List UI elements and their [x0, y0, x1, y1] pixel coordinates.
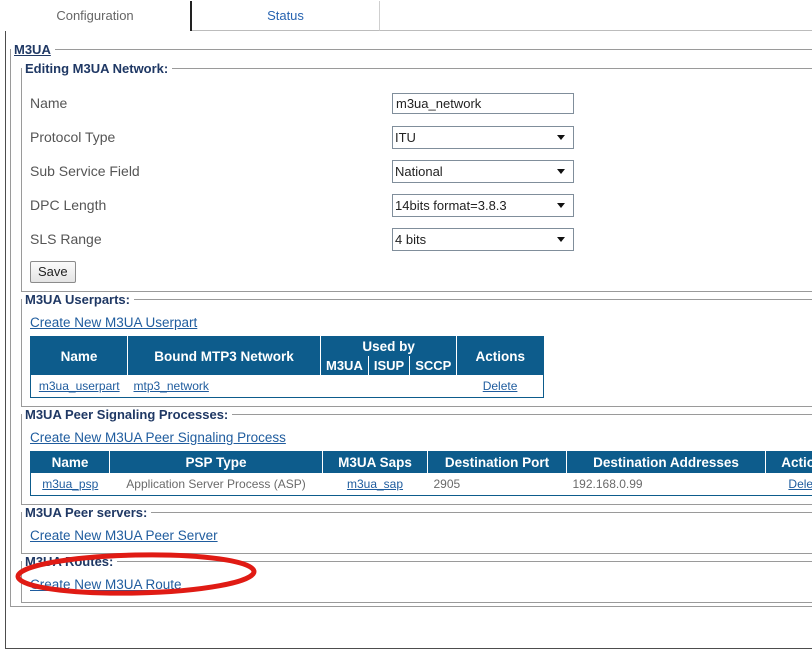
userparts-table: Name Bound MTP3 Network Used by Actions … [30, 336, 545, 398]
save-button[interactable]: Save [30, 261, 76, 283]
userparts-th-bound-mtp3-network: Bound MTP3 Network [127, 336, 321, 375]
tab-configuration[interactable]: Configuration [0, 1, 192, 31]
userparts-cell-actions: Delete [457, 375, 544, 398]
control-dpc-length: 14bits format=3.8.3 [392, 193, 574, 217]
userparts-cell-bound: mtp3_network [128, 375, 321, 398]
sub-service-field-select[interactable]: National [392, 159, 574, 183]
tab-configuration-label: Configuration [56, 8, 134, 23]
dpc-length-select-wrap: 14bits format=3.8.3 [392, 193, 574, 217]
name-input[interactable] [392, 92, 574, 114]
label-sls-range: SLS Range [30, 231, 102, 247]
psp-th-name: Name [30, 451, 110, 473]
userparts-th-used-m3ua: M3UA [320, 356, 369, 375]
m3ua-routes-legend: M3UA Routes: [25, 554, 114, 569]
psp-th-actions: Actions [765, 451, 812, 473]
save-button-row: Save [22, 256, 812, 285]
psp-cell-type: Application Server Process (ASP) [126, 477, 306, 491]
form-row-dpc-length: DPC Length 14bits format=3.8.3 [22, 188, 812, 222]
psp-th-type: PSP Type [109, 451, 323, 473]
m3ua-userparts-section: M3UA Userparts: Create New M3UA Userpart… [21, 292, 812, 407]
protocol-type-select-wrap: ITU [392, 125, 574, 149]
psp-cell-actions: Delete [766, 473, 812, 496]
label-protocol-type: Protocol Type [30, 129, 116, 145]
userpart-bound-network-link[interactable]: mtp3_network [134, 379, 209, 393]
dpc-length-select[interactable]: 14bits format=3.8.3 [392, 193, 574, 217]
tab-bar-filler [380, 1, 812, 31]
m3ua-peer-servers-legend: M3UA Peer servers: [25, 505, 148, 520]
table-row: m3ua_psp Application Server Process (ASP… [31, 473, 812, 496]
form-row-sub-service-field: Sub Service Field National [22, 154, 812, 188]
control-sls-range: 4 bits [392, 227, 574, 251]
create-new-peer-server-row: Create New M3UA Peer Server [22, 526, 812, 547]
label-dpc-length: DPC Length [30, 197, 107, 213]
psp-cell-destination-addresses: 192.168.0.99 [572, 477, 643, 491]
m3ua-section-legend[interactable]: M3UA [11, 42, 55, 57]
userparts-th-name: Name [30, 336, 128, 375]
userparts-table-body: m3ua_userpart mtp3_network Delete [31, 375, 544, 398]
editing-m3ua-network-section: Editing M3UA Network: Name Protocol Type… [21, 61, 812, 292]
form-row-sls-range: SLS Range 4 bits [22, 222, 812, 256]
userparts-table-head: Name Bound MTP3 Network Used by Actions … [30, 336, 544, 375]
userparts-th-used-by: Used by [320, 336, 458, 356]
tab-status[interactable]: Status [192, 1, 380, 31]
psp-header-row: Name PSP Type M3UA Saps Destination Port… [30, 451, 812, 473]
m3ua-network-form: Name Protocol Type ITU Sub Servi [22, 82, 812, 285]
editing-m3ua-network-legend: Editing M3UA Network: [25, 61, 169, 76]
create-new-userpart-row: Create New M3UA Userpart [22, 313, 812, 334]
label-name: Name [30, 95, 68, 111]
create-new-m3ua-peer-server-link[interactable]: Create New M3UA Peer Server [30, 528, 218, 543]
sls-range-select-wrap: 4 bits [392, 227, 574, 251]
m3ua-section: M3UA Editing M3UA Network: Name Protocol… [10, 42, 812, 607]
psp-th-saps: M3UA Saps [322, 451, 428, 473]
psp-cell-name: m3ua_psp [31, 473, 110, 496]
psp-cell-destination-port: 2905 [433, 477, 461, 491]
userparts-header-row-1: Name Bound MTP3 Network Used by Actions [30, 336, 544, 375]
userparts-cell-used-sccp [410, 375, 457, 398]
form-row-protocol-type: Protocol Type ITU [22, 120, 812, 154]
psp-delete-link[interactable]: Delete [788, 477, 812, 491]
m3ua-routes-section: M3UA Routes: Create New M3UA Route [21, 554, 812, 603]
m3ua-userparts-legend: M3UA Userparts: [25, 292, 130, 307]
m3ua-peer-servers-section: M3UA Peer servers: Create New M3UA Peer … [21, 505, 812, 554]
m3ua-psp-legend: M3UA Peer Signaling Processes: [25, 407, 229, 422]
userparts-th-used-isup: ISUP [368, 356, 411, 375]
create-new-psp-row: Create New M3UA Peer Signaling Process [22, 428, 812, 449]
userparts-th-actions: Actions [456, 336, 544, 375]
psp-table: Name PSP Type M3UA Saps Destination Port… [30, 451, 812, 496]
m3ua-peer-signaling-processes-section: M3UA Peer Signaling Processes: Create Ne… [21, 407, 812, 505]
tab-status-label: Status [267, 8, 304, 23]
psp-th-destination-addresses: Destination Addresses [566, 451, 766, 473]
sls-range-select[interactable]: 4 bits [392, 227, 574, 251]
create-new-route-row: Create New M3UA Route [22, 575, 812, 596]
control-protocol-type: ITU [392, 125, 574, 149]
psp-sap-link[interactable]: m3ua_sap [347, 477, 403, 491]
userpart-delete-link[interactable]: Delete [483, 379, 518, 393]
create-new-m3ua-route-link[interactable]: Create New M3UA Route [30, 577, 182, 592]
userparts-cell-used-isup [368, 375, 409, 398]
create-new-m3ua-userpart-link[interactable]: Create New M3UA Userpart [30, 315, 197, 330]
userparts-cell-name: m3ua_userpart [31, 375, 128, 398]
sub-service-field-select-wrap: National [392, 159, 574, 183]
tab-bar: Configuration Status [0, 0, 812, 31]
userpart-name-link[interactable]: m3ua_userpart [39, 379, 120, 393]
userparts-th-used-sccp: SCCP [409, 356, 458, 375]
table-row: m3ua_userpart mtp3_network Delete [31, 375, 544, 398]
protocol-type-select[interactable]: ITU [392, 125, 574, 149]
label-sub-service-field: Sub Service Field [30, 163, 140, 179]
form-row-name: Name [22, 86, 812, 120]
psp-table-head: Name PSP Type M3UA Saps Destination Port… [30, 451, 812, 473]
control-sub-service-field: National [392, 159, 574, 183]
psp-cell-saps: m3ua_sap [323, 473, 428, 496]
psp-th-destination-port: Destination Port [427, 451, 567, 473]
create-new-m3ua-peer-signaling-process-link[interactable]: Create New M3UA Peer Signaling Process [30, 430, 286, 445]
userparts-cell-used-m3ua [321, 375, 369, 398]
control-name [392, 92, 574, 114]
psp-name-link[interactable]: m3ua_psp [42, 477, 98, 491]
psp-table-body: m3ua_psp Application Server Process (ASP… [31, 473, 812, 496]
